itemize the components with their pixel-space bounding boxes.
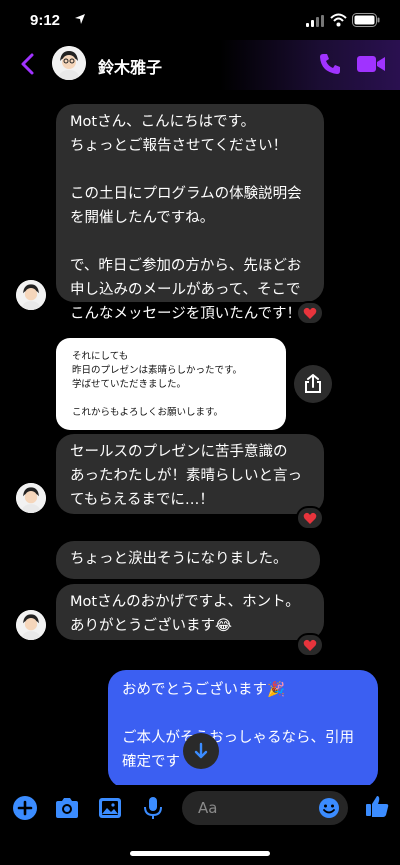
microphone-icon[interactable] <box>140 795 166 821</box>
incoming-message-bubble[interactable]: セールスのプレゼンに苦手意識の あったわたしが！素晴らしいと言っ てもらえるまで… <box>56 434 324 514</box>
heart-reaction[interactable] <box>296 301 324 325</box>
back-chevron-icon[interactable] <box>18 52 38 76</box>
conversation-header: 鈴木雅子 <box>0 40 400 90</box>
arrow-down-icon <box>194 742 208 759</box>
phone-call-icon[interactable] <box>318 52 342 76</box>
message-text: おめでとうございます🎉 ご本人がそうおっしゃるなら、引用 確定です <box>122 682 354 770</box>
person-avatar-icon <box>16 483 46 513</box>
heart-icon <box>303 639 317 651</box>
outgoing-message-bubble[interactable]: おめでとうございます🎉 ご本人がそうおっしゃるなら、引用 確定です <box>108 670 378 788</box>
camera-icon[interactable] <box>54 795 80 821</box>
photo-gallery-icon[interactable] <box>97 795 123 821</box>
emoji-icon[interactable] <box>318 797 340 819</box>
heart-reaction[interactable] <box>296 633 324 657</box>
status-bar: 9:12 <box>0 0 400 40</box>
contact-avatar[interactable] <box>52 46 86 80</box>
message-input-placeholder: Aa <box>198 799 218 817</box>
incoming-message-bubble[interactable]: ちょっと涙出そうになりました。 <box>56 541 320 579</box>
quoted-message-image[interactable]: それにしても 昨日のプレゼンは素晴らしかったです。 学ばせていただきました。 こ… <box>56 338 286 430</box>
contact-name[interactable]: 鈴木雅子 <box>98 54 162 78</box>
share-icon <box>305 374 321 393</box>
person-avatar-icon <box>16 610 46 640</box>
heart-icon <box>303 307 317 319</box>
heart-icon <box>303 512 317 524</box>
video-call-icon[interactable] <box>356 53 386 75</box>
person-avatar-icon <box>16 280 46 310</box>
status-time: 9:12 <box>30 12 61 29</box>
share-button[interactable] <box>294 365 332 403</box>
battery-icon <box>352 13 380 27</box>
scroll-to-bottom-button[interactable] <box>183 733 219 769</box>
incoming-message-bubble[interactable]: Motさん、こんにちはです。 ちょっとご報告させてください！ この土日にプログラ… <box>56 104 324 322</box>
cellular-signal-icon <box>306 15 324 27</box>
person-avatar-icon <box>52 46 86 80</box>
contact-avatar[interactable] <box>16 280 46 310</box>
message-text: Motさんのおかげですよ、ホント。 ありがとうございます😂 <box>70 594 300 634</box>
wifi-icon <box>330 13 347 27</box>
incoming-message-bubble[interactable]: Motさんのおかげですよ、ホント。 ありがとうございます😂 <box>56 584 324 640</box>
heart-reaction[interactable] <box>296 506 324 530</box>
message-text: Motさん、こんにちはです。 ちょっとご報告させてください！ この土日にプログラ… <box>70 114 302 322</box>
message-composer: Aa <box>0 785 400 830</box>
thumbs-up-icon[interactable] <box>364 793 390 819</box>
quoted-message-text: それにしても 昨日のプレゼンは素晴らしかったです。 学ばせていただきました。 こ… <box>72 351 243 418</box>
location-arrow-icon <box>75 14 85 24</box>
add-plus-icon[interactable] <box>12 795 38 821</box>
message-text: ちょっと涙出そうになりました。 <box>70 551 288 567</box>
contact-avatar[interactable] <box>16 483 46 513</box>
message-text: セールスのプレゼンに苦手意識の あったわたしが！素晴らしいと言っ てもらえるまで… <box>70 444 302 508</box>
contact-avatar[interactable] <box>16 610 46 640</box>
home-indicator[interactable] <box>130 851 270 856</box>
